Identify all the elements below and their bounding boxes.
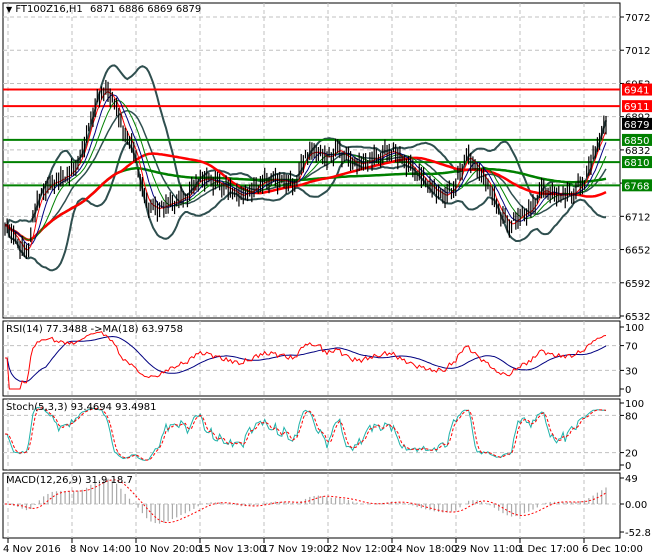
rsi-axis-label: 0 [625,385,631,396]
rsi-axis-label: 70 [625,342,638,353]
chart-header: ▼ FT100Z16,H1 6871 6886 6869 6879 [6,4,201,15]
macd-axis-label: -52.8 [625,528,651,539]
rsi-axis-label: 30 [625,366,638,377]
dropdown-triangle-icon[interactable]: ▼ [6,5,12,14]
level-label: 6810 [624,158,649,169]
time-axis-label: 8 Nov 14:00 [70,544,131,555]
level-label: 6941 [624,86,649,97]
stoch-axis-label: 20 [625,449,638,460]
time-axis-label: 17 Nov 19:00 [262,544,329,555]
symbol-label: FT100Z16,H1 [15,4,83,15]
price-axis-label: 6532 [625,312,650,323]
level-label: 6911 [624,102,649,113]
stoch-axis-label: 0 [625,461,631,472]
level-label: 6850 [624,136,649,147]
rsi-legend: RSI(14) 77.3488 ->MA(18) 63.9758 [6,324,183,335]
time-axis-label: 15 Nov 13:00 [198,544,265,555]
time-axis-label: 1 Dec 17:00 [518,544,579,555]
price-axis-label: 6712 [625,212,650,223]
time-axis-label: 10 Nov 20:00 [134,544,201,555]
macd-axis-label: 49 [625,474,638,485]
price-axis-label: 6832 [625,146,650,157]
stoch-axis-label: 100 [625,399,644,410]
current-price-label: 6879 [624,120,649,131]
time-axis-label: 6 Dec 10:00 [582,544,643,555]
price-axis-label: 6652 [625,246,650,257]
time-axis-label: 29 Nov 11:00 [454,544,521,555]
price-axis-label: 7012 [625,46,650,57]
rsi-axis-label: 100 [625,323,644,334]
ohlc-values: 6871 6886 6869 6879 [89,4,202,15]
stoch-axis-label: 80 [625,411,638,422]
price-axis-label: 6592 [625,279,650,290]
level-label: 6768 [624,181,649,192]
time-axis-label: 24 Nov 18:00 [390,544,457,555]
time-axis-label: 22 Nov 12:00 [326,544,393,555]
price-axis-label: 7072 [625,13,650,24]
macd-axis-label: 0.00 [625,500,647,511]
macd-legend: MACD(12,26,9) 31.9 18.7 [6,475,133,486]
stoch-legend: Stoch(5,3,3) 93.4694 93.4981 [6,402,157,413]
time-axis-label: 4 Nov 2016 [3,544,61,555]
